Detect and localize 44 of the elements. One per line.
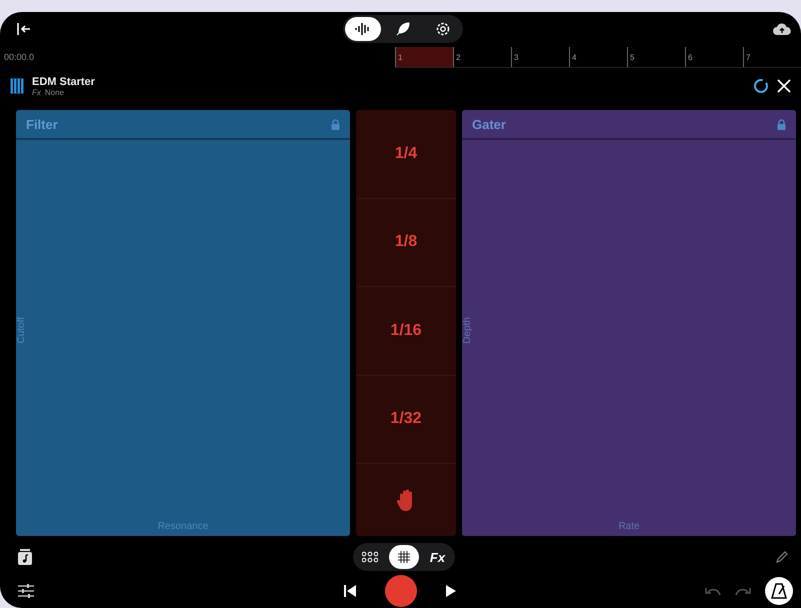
division-button[interactable]: 1/16: [356, 287, 456, 376]
redo-button[interactable]: [735, 586, 751, 596]
y-axis-label: Depth: [462, 317, 474, 344]
bar-number: 3: [513, 53, 518, 62]
cloud-upload-button[interactable]: [773, 23, 791, 35]
bar-number: 2: [455, 53, 460, 62]
mixer-button[interactable]: [18, 584, 34, 598]
division-button[interactable]: 1/32: [356, 376, 456, 464]
view-tab[interactable]: Fx: [422, 545, 452, 569]
loop-button[interactable]: [753, 78, 769, 94]
metronome-icon: [771, 583, 787, 599]
view-tab[interactable]: [388, 545, 418, 569]
bar-number: 4: [571, 53, 576, 62]
fx-value: None: [44, 88, 64, 96]
fx-label: Fx: [32, 88, 41, 96]
xy-pad[interactable]: Gater Depth Rate: [462, 110, 796, 536]
playhead-time: 00:00.0: [3, 52, 36, 64]
feather-icon: [396, 22, 410, 36]
keyboard-icon: [10, 78, 24, 94]
play-button[interactable]: [444, 584, 456, 598]
pad-title: Filter: [26, 116, 58, 132]
bar-number: 5: [629, 53, 634, 62]
x-axis-label: Rate: [618, 521, 640, 534]
dots-icon: [362, 551, 378, 563]
bar-number: 7: [745, 53, 750, 62]
division-button[interactable]: 1/8: [356, 198, 456, 287]
clip-button[interactable]: [18, 549, 32, 565]
settings-icon: [434, 21, 450, 37]
record-button[interactable]: [384, 575, 416, 607]
edit-button[interactable]: [775, 550, 789, 564]
waveform-icon: [354, 23, 370, 35]
bar-number: 1: [397, 53, 402, 62]
pad-title: Gater: [472, 116, 506, 132]
close-button[interactable]: [777, 79, 791, 93]
division-button[interactable]: 1/4: [356, 110, 456, 198]
mode-tab[interactable]: [344, 17, 380, 41]
grid-icon: [396, 550, 410, 564]
undo-button[interactable]: [705, 586, 721, 596]
metronome-button[interactable]: [765, 577, 793, 605]
hand-icon: [397, 488, 415, 512]
skip-back-button[interactable]: [342, 584, 356, 598]
bar-number: 6: [687, 53, 692, 62]
exit-button[interactable]: [16, 21, 32, 37]
track-name: EDM Starter: [32, 76, 96, 88]
